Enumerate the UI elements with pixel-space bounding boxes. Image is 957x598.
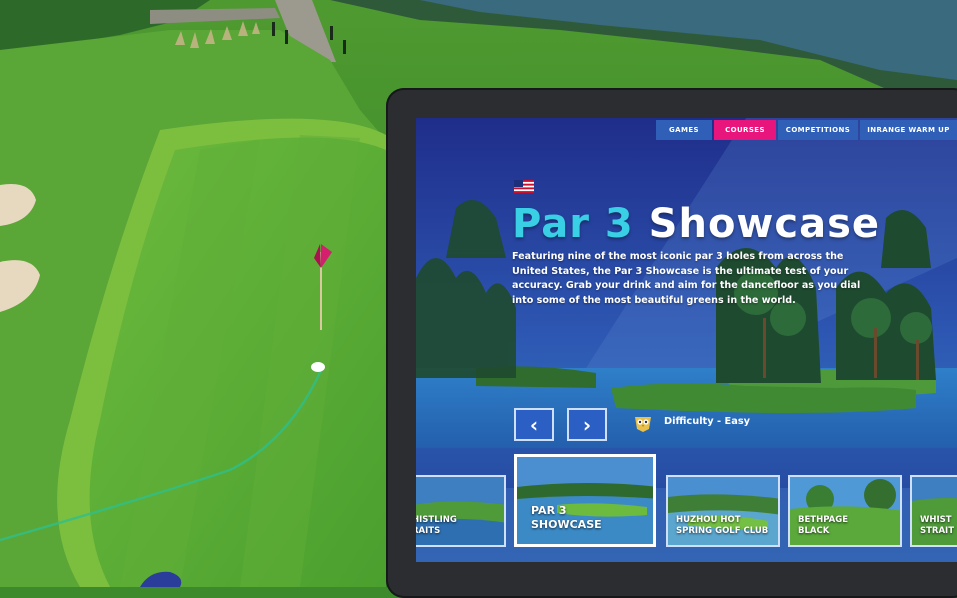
us-flag-icon [514,180,534,193]
course-card-bethpage-black[interactable]: Bethpage Black [788,475,902,547]
previous-course-button[interactable]: ‹ [514,408,554,441]
course-title: Par 3 Showcase [512,202,880,246]
card-line2: Strait [920,526,955,536]
chevron-right-icon: › [582,412,592,437]
chevron-left-icon: ‹ [529,412,539,437]
card-line2: Black [798,526,830,536]
course-card-whistling-straits[interactable]: histlingraits [416,475,506,547]
course-title-part2: Showcase [648,201,881,247]
card-line2: Spring Golf Club [676,526,769,536]
course-card-label: Huzhou Hot Spring Golf Club [676,515,768,537]
card-line1: Whist [920,515,952,525]
course-select-screen: Games Courses Competitions Inrange Warm … [416,118,957,562]
course-card-label: Par 3 Showcase [531,504,602,532]
card-line1: Par 3 [531,504,567,517]
course-card-huzhou-hot-spring[interactable]: Huzhou Hot Spring Golf Club [666,475,780,547]
tab-competitions[interactable]: Competitions [778,120,858,140]
tab-games[interactable]: Games [656,120,712,140]
owl-badge-icon [635,417,651,432]
card-line1: Bethpage [798,515,849,525]
course-card-label: histlingraits [416,515,457,537]
card-line2: raits [416,526,441,536]
course-card-label: Bethpage Black [798,515,848,537]
tab-inrange-warm-up[interactable]: Inrange Warm Up [860,120,957,140]
course-title-part1: Par 3 [512,201,634,247]
course-card-label: Whist Strait [920,515,954,537]
difficulty-label: Difficulty - Easy [664,416,751,427]
course-description: Featuring nine of the most iconic par 3 … [512,251,861,306]
tab-courses[interactable]: Courses [714,120,776,140]
card-line1: histling [416,515,457,525]
card-line1: Huzhou Hot [676,515,741,525]
card-line2: Showcase [531,518,602,531]
course-card-whistling-straits-2[interactable]: Whist Strait [910,475,957,547]
course-card-par-3-showcase[interactable]: Par 3 Showcase [514,454,656,547]
next-course-button[interactable]: › [567,408,607,441]
course-thumbnail [517,457,653,544]
